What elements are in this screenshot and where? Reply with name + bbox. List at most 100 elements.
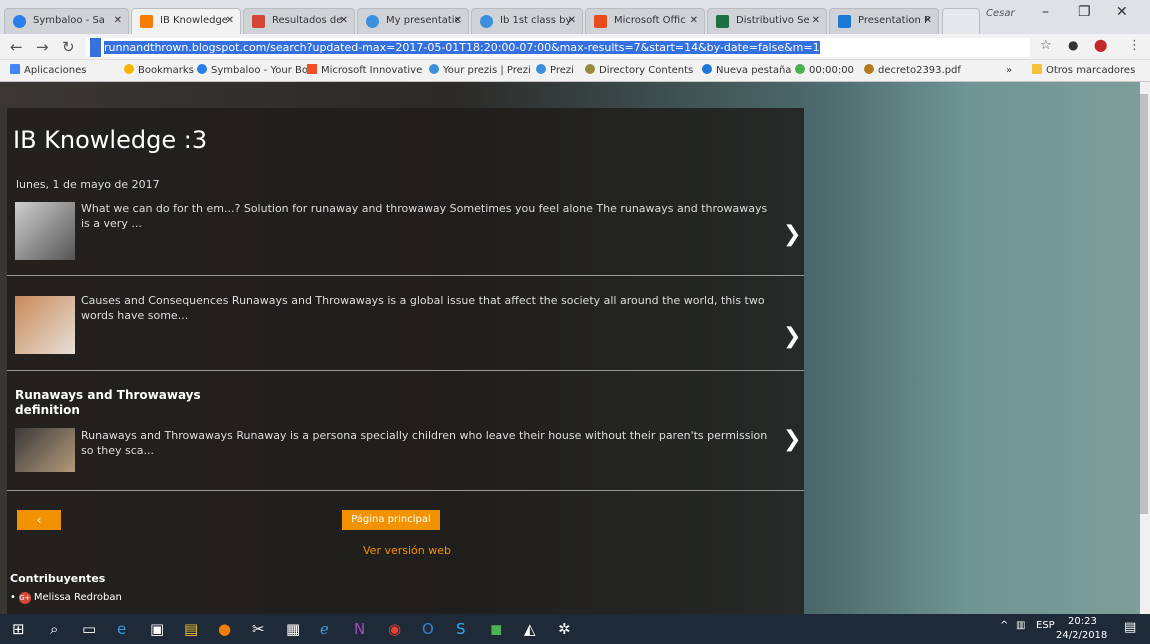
clock-date[interactable]: 24/2/2018	[1056, 630, 1107, 641]
extension-icon[interactable]: ●	[1068, 38, 1078, 52]
bookmark-your-prezis[interactable]: Your prezis | Prezi	[429, 60, 531, 82]
app-icon[interactable]: ◼	[490, 620, 502, 638]
post-item[interactable]: Runaways and Throwaways definition Runaw…	[7, 371, 804, 491]
bookmark-microsoft[interactable]: Microsoft Innovative	[307, 60, 422, 82]
tab-prezi-2[interactable]: Ib 1st class by ✕	[471, 8, 583, 34]
bookmark-label: Symbaloo - Your Boo	[211, 65, 315, 76]
search-icon[interactable]: ⌕	[50, 620, 58, 638]
address-bar-row: ← → ↻ ⓘ runnandthrown.blogspot.com/search…	[0, 34, 1150, 60]
tab-sheets[interactable]: Distributivo Se ✕	[707, 8, 827, 34]
close-icon[interactable]: ✕	[924, 9, 932, 33]
language-indicator[interactable]: ESP	[1036, 620, 1055, 631]
chrome-icon[interactable]: ◉	[388, 620, 401, 638]
bookmark-directory[interactable]: Directory Contents	[585, 60, 693, 82]
star-icon[interactable]: ☆	[1040, 38, 1052, 53]
close-icon[interactable]: ✕	[812, 9, 820, 33]
close-icon[interactable]: ✕	[340, 9, 348, 33]
contributor-name: Melissa Redroban	[33, 592, 122, 603]
clock-time[interactable]: 20:23	[1068, 616, 1097, 627]
snipping-tool-icon[interactable]: ✂	[252, 620, 265, 638]
post-snippet[interactable]: What we can do for th em...? Solution fo…	[81, 201, 771, 231]
post-item[interactable]: What we can do for th em...? Solution fo…	[7, 194, 804, 276]
scrollbar-thumb[interactable]	[1140, 94, 1148, 514]
bookmark-label: Your prezis | Prezi	[443, 65, 531, 76]
bookmark-bookmarks[interactable]: Bookmarks	[124, 60, 194, 82]
globe-icon	[585, 64, 595, 74]
post-thumbnail[interactable]	[15, 202, 75, 260]
tab-presentation[interactable]: Presentation P ✕	[829, 8, 939, 34]
post-item[interactable]: Causes and Consequences Runaways and Thr…	[7, 276, 804, 371]
onenote-icon[interactable]: N	[354, 620, 365, 638]
close-icon[interactable]: ✕	[114, 9, 122, 33]
close-icon[interactable]: ✕	[568, 9, 576, 33]
edge-icon[interactable]: e	[117, 620, 126, 638]
post-thumbnail[interactable]	[15, 296, 75, 354]
tab-label: Ib 1st class by	[500, 15, 572, 26]
tab-gmail[interactable]: Resultados de ✕	[243, 8, 355, 34]
chevron-right-icon[interactable]: ❯	[783, 324, 801, 349]
taskbar: ⊞ ⌕ ▭ e ▣ ▤ ● ✂ ▦ ℯ N ◉ O S ◼ ◭ ✲ ^ ▥ ES…	[0, 614, 1150, 644]
previous-page-button[interactable]: ‹	[17, 510, 61, 530]
firefox-icon[interactable]: ●	[218, 620, 231, 638]
tab-office[interactable]: Microsoft Offic ✕	[585, 8, 705, 34]
settings-icon[interactable]: ✲	[558, 620, 571, 638]
tab-label: Symbaloo - Sa	[33, 15, 105, 26]
maximize-icon[interactable]: ❐	[1078, 4, 1091, 20]
bookmark-apps[interactable]: Aplicaciones	[10, 60, 86, 82]
bookmark-label: Nueva pestaña	[716, 65, 792, 76]
calculator-icon[interactable]: ▦	[286, 620, 300, 638]
bookmarks-overflow[interactable]: »	[1006, 60, 1012, 82]
skype-icon[interactable]: S	[456, 620, 466, 638]
task-view-icon[interactable]: ▭	[82, 620, 96, 638]
bookmarks-bar: Aplicaciones Bookmarks Symbaloo - Your B…	[0, 60, 1150, 82]
dropbox-icon	[702, 64, 712, 74]
bookmark-prezi[interactable]: Prezi	[536, 60, 574, 82]
close-icon[interactable]: ✕	[226, 9, 234, 33]
home-page-button[interactable]: Página principal	[342, 510, 440, 530]
chevron-up-icon[interactable]: ^	[1000, 620, 1008, 631]
internet-explorer-icon[interactable]: ℯ	[320, 620, 329, 638]
scrollbar[interactable]	[1140, 82, 1150, 614]
tab-symbaloo[interactable]: Symbaloo - Sa ✕	[4, 8, 129, 34]
bookmark-timer[interactable]: 00:00:00	[795, 60, 854, 82]
chevron-right-icon[interactable]: ❯	[783, 427, 801, 452]
bookmark-nueva-pestana[interactable]: Nueva pestaña	[702, 60, 791, 82]
web-version-link[interactable]: Ver versión web	[363, 544, 451, 557]
prezi-icon	[536, 64, 546, 74]
bookmark-symbaloo[interactable]: Symbaloo - Your Boo	[197, 60, 314, 82]
menu-icon[interactable]: ⋮	[1128, 38, 1141, 53]
adblock-icon[interactable]: ⬤	[1094, 38, 1107, 52]
minimize-icon[interactable]: –	[1042, 4, 1049, 20]
file-explorer-icon[interactable]: ▤	[184, 620, 198, 638]
reload-icon[interactable]: ↻	[62, 38, 75, 56]
notifications-icon[interactable]: ▤	[1124, 620, 1136, 635]
network-icon[interactable]: ▥	[1016, 620, 1025, 631]
windows-start-icon[interactable]: ⊞	[12, 620, 25, 638]
close-icon[interactable]: ✕	[690, 9, 698, 33]
post-title[interactable]: Runaways and Throwaways definition	[15, 388, 205, 418]
tab-label: Resultados de	[272, 15, 343, 26]
post-date: lunes, 1 de mayo de 2017	[16, 178, 160, 191]
url-input[interactable]: ⓘ runnandthrown.blogspot.com/search?updat…	[86, 38, 1030, 57]
other-bookmarks[interactable]: Otros marcadores	[1032, 60, 1135, 82]
chevron-right-icon[interactable]: ❯	[783, 222, 801, 247]
bookmark-decreto[interactable]: decreto2393.pdf	[864, 60, 961, 82]
tab-ib-knowledge[interactable]: IB Knowledge ✕	[131, 8, 241, 34]
back-icon[interactable]: ←	[10, 38, 23, 56]
post-snippet[interactable]: Runaways and Throwaways Runaway is a per…	[81, 428, 771, 458]
forward-icon[interactable]: →	[36, 38, 49, 56]
info-icon: ⓘ	[90, 38, 101, 57]
blog-title[interactable]: IB Knowledge :3	[13, 126, 207, 154]
close-icon[interactable]: ✕	[454, 9, 462, 33]
photos-icon[interactable]: ◭	[524, 620, 536, 638]
contributor-link[interactable]: • G+ Melissa Redroban	[10, 592, 122, 604]
post-thumbnail[interactable]	[15, 428, 75, 472]
post-snippet[interactable]: Causes and Consequences Runaways and Thr…	[81, 293, 771, 323]
tab-prezi-1[interactable]: My presentatic ✕	[357, 8, 469, 34]
new-tab-button[interactable]	[942, 8, 980, 34]
profile-name[interactable]: Cesar	[986, 8, 1015, 19]
google-plus-icon: G+	[18, 592, 31, 604]
outlook-icon[interactable]: O	[422, 620, 434, 638]
store-icon[interactable]: ▣	[150, 620, 164, 638]
close-window-icon[interactable]: ✕	[1116, 4, 1128, 20]
